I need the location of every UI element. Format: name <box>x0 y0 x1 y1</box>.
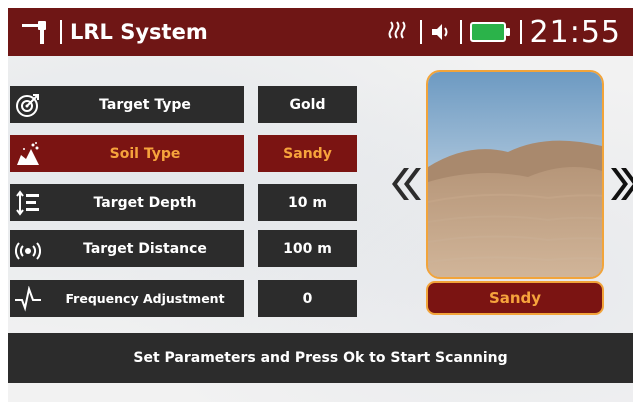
setting-value-target-depth[interactable]: 10 m <box>258 184 357 221</box>
double-chevron-left-icon[interactable] <box>390 166 424 202</box>
setting-value-frequency-adjustment[interactable]: 0 <box>258 280 357 317</box>
separator <box>519 20 522 44</box>
setting-value-target-type[interactable]: Gold <box>258 86 357 123</box>
setting-frequency-adjustment[interactable]: Frequency Adjustment <box>10 280 244 317</box>
antenna-icon <box>18 8 52 56</box>
signal-icon <box>388 20 408 45</box>
soil-preview-image <box>426 70 604 279</box>
distance-icon <box>10 230 46 267</box>
setting-soil-type[interactable]: Soil Type <box>10 135 244 172</box>
soil-icon <box>10 135 46 172</box>
separator <box>459 20 462 44</box>
depth-icon <box>10 184 46 221</box>
setting-label: Target Distance <box>83 240 207 257</box>
device-screen: LRL System 21:55 Target Type Gold Soil T… <box>8 8 633 402</box>
app-title: LRL System <box>70 20 208 44</box>
setting-target-distance[interactable]: Target Distance <box>10 230 244 267</box>
double-chevron-right-icon[interactable] <box>608 166 633 202</box>
separator <box>60 20 62 44</box>
target-icon <box>10 86 46 123</box>
clock: 21:55 <box>529 14 621 50</box>
setting-value-target-distance[interactable]: 100 m <box>258 230 357 267</box>
separator <box>419 20 422 44</box>
setting-target-depth[interactable]: Target Depth <box>10 184 244 221</box>
frequency-icon <box>10 280 46 317</box>
soil-preview-caption: Sandy <box>426 281 604 315</box>
speaker-icon[interactable] <box>430 22 452 42</box>
setting-label: Target Depth <box>93 194 197 211</box>
instruction-banner: Set Parameters and Press Ok to Start Sca… <box>8 333 633 383</box>
setting-label: Soil Type <box>109 145 181 162</box>
setting-value-soil-type[interactable]: Sandy <box>258 135 357 172</box>
setting-target-type[interactable]: Target Type <box>10 86 244 123</box>
battery-icon <box>469 22 510 42</box>
setting-label: Target Type <box>99 96 191 113</box>
status-bar: LRL System 21:55 <box>8 8 633 56</box>
setting-label: Frequency Adjustment <box>65 291 225 306</box>
